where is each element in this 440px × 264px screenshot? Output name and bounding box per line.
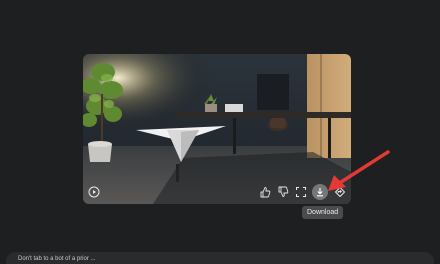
like-button[interactable] — [258, 185, 272, 199]
dislike-button[interactable] — [276, 185, 290, 199]
fullscreen-button[interactable] — [294, 185, 308, 199]
video-player[interactable] — [83, 54, 351, 204]
download-tooltip: Download — [302, 206, 344, 219]
play-button[interactable] — [87, 185, 101, 199]
thumbs-up-icon — [260, 187, 271, 198]
annotation-arrow-icon — [328, 150, 390, 191]
thumbs-down-icon — [278, 186, 289, 197]
fullscreen-icon — [296, 187, 306, 197]
page: Download Don't tab to a bot of a prior .… — [0, 0, 440, 264]
play-icon — [88, 186, 100, 198]
bottom-prompt-bar[interactable]: Don't tab to a bot of a prior ... — [6, 252, 434, 264]
video-frame-image — [83, 54, 351, 204]
bottom-prompt-text: Don't tab to a bot of a prior ... — [18, 256, 96, 262]
